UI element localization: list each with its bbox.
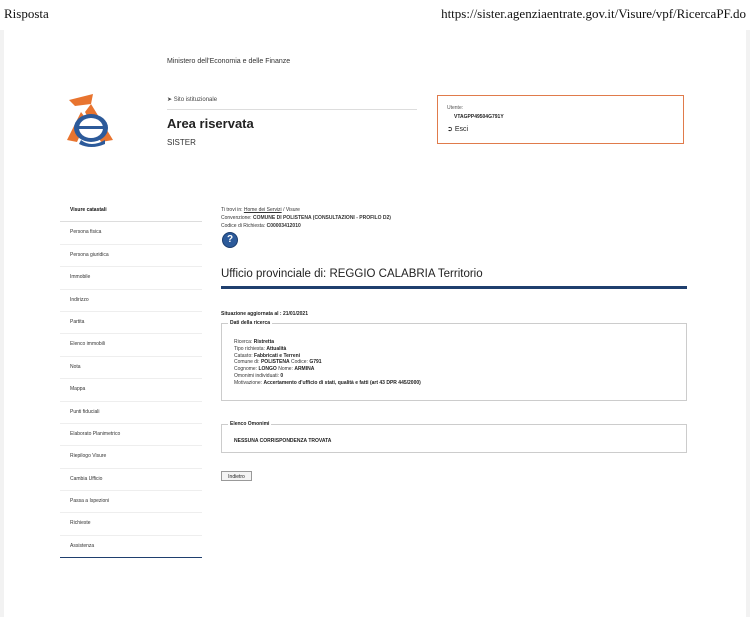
sidebar-item-elenco-immobili[interactable]: Elenco immobili (60, 334, 202, 357)
institutional-site-link[interactable]: ➤ Sito istituzionale (167, 96, 217, 103)
sidebar-item-passa-a-ispezioni[interactable]: Passa a Ispezioni (60, 491, 202, 514)
convention-label: Convenzione: (221, 215, 252, 221)
page-content: Ministero dell'Economia e delle Finanze … (4, 30, 746, 617)
search-data-legend: Dati della ricerca (228, 320, 273, 326)
homonyms-legend: Elenco Omonimi (228, 421, 272, 427)
sidebar-item-richieste[interactable]: Richieste (60, 513, 202, 536)
sidebar-item-indirizzo[interactable]: Indirizzo (60, 290, 202, 312)
user-code: VTAGPP49504G791Y (454, 114, 504, 120)
area-title: Area riservata (167, 116, 254, 131)
ministry-label: Ministero dell'Economia e delle Finanze (167, 58, 291, 65)
search-row: Motivazione: Accertamento d'ufficio di s… (234, 379, 421, 386)
arrow-left-icon: ➤ (167, 97, 173, 103)
sidebar-item-visure-catastali[interactable]: Visure catastali (60, 200, 202, 223)
user-box: Utente: VTAGPP49504G791Y ➲ Esci (437, 95, 684, 144)
breadcrumb: Ti trovi in: Home dei Servizi / Visure C… (221, 206, 391, 230)
sidebar-item-punti-fiduciali[interactable]: Punti fiduciali (60, 402, 202, 424)
search-row: Cognome: LONGO Nome: ARMINA (234, 366, 315, 373)
convention-value: COMUNE DI POLISTENA (CONSULTAZIONI - PRO… (252, 215, 391, 221)
search-row: Catasto: Fabbricati e Terreni (234, 352, 301, 359)
search-row: Tipo richiesta: Attualità (234, 345, 287, 352)
back-button[interactable]: Indietro (221, 471, 252, 481)
area-subtitle: SISTER (167, 138, 196, 147)
search-row: Comune di: POLISTENA Codice: G791 (234, 359, 322, 366)
breadcrumb-prefix: Ti trovi in: (221, 207, 243, 213)
sidebar-item-mappa[interactable]: Mappa (60, 379, 202, 402)
agenzia-entrate-logo-icon (67, 94, 113, 147)
logout-icon: ➲ (447, 126, 453, 133)
search-row: Ricerca: Ristretta (234, 339, 275, 345)
sidebar-item-riepilogo-visure[interactable]: Riepilogo Visure (60, 446, 202, 469)
logout-label: Esci (454, 126, 469, 133)
updated-date: Situazione aggiornata al : 21/01/2021 (221, 311, 308, 317)
sidebar-item-nota[interactable]: Nota (60, 357, 202, 380)
sidebar-item-assistenza[interactable]: Assistenza (60, 536, 202, 559)
no-results-message: NESSUNA CORRISPONDENZA TROVATA (234, 438, 332, 444)
request-code-value: C00003412010 (266, 223, 301, 229)
sidebar-item-persona-giuridica[interactable]: Persona giuridica (60, 245, 202, 268)
header-divider (167, 109, 417, 110)
window-title: Risposta (4, 6, 49, 21)
sidebar-menu: Visure catastali Persona fisica Persona … (60, 200, 202, 559)
search-row: Omonimi individuati: 0 (234, 372, 284, 379)
institutional-site-label: Sito istituzionale (173, 97, 218, 103)
page-url[interactable]: https://sister.agenziaentrate.gov.it/Vis… (441, 6, 746, 22)
help-icon[interactable]: ? (222, 232, 238, 248)
user-label: Utente: (447, 105, 464, 111)
search-data-rows: Ricerca: Ristretta Tipo richiesta: Attua… (234, 339, 421, 387)
homonyms-fieldset: Elenco Omonimi NESSUNA CORRISPONDENZA TR… (221, 421, 687, 453)
browser-header: Risposta https://sister.agenziaentrate.g… (0, 0, 750, 30)
request-code-label: Codice di Richiesta: (221, 223, 266, 229)
breadcrumb-current: / Visure (283, 207, 300, 213)
sidebar-item-partita[interactable]: Partita (60, 312, 202, 335)
search-data-fieldset: Dati della ricerca Ricerca: Ristretta Ti… (221, 320, 687, 401)
sidebar-item-elaborato-planimetrico[interactable]: Elaborato Planimetrico (60, 424, 202, 447)
sidebar-item-immobile[interactable]: Immobile (60, 267, 202, 290)
breadcrumb-home-link[interactable]: Home dei Servizi (244, 207, 282, 213)
office-title: Ufficio provinciale di: REGGIO CALABRIA … (221, 268, 483, 280)
sidebar-item-persona-fisica[interactable]: Persona fisica (60, 222, 202, 245)
sidebar-item-cambia-ufficio[interactable]: Cambia Ufficio (60, 469, 202, 492)
office-title-underline (221, 286, 687, 289)
logout-link[interactable]: ➲ Esci (447, 125, 468, 133)
